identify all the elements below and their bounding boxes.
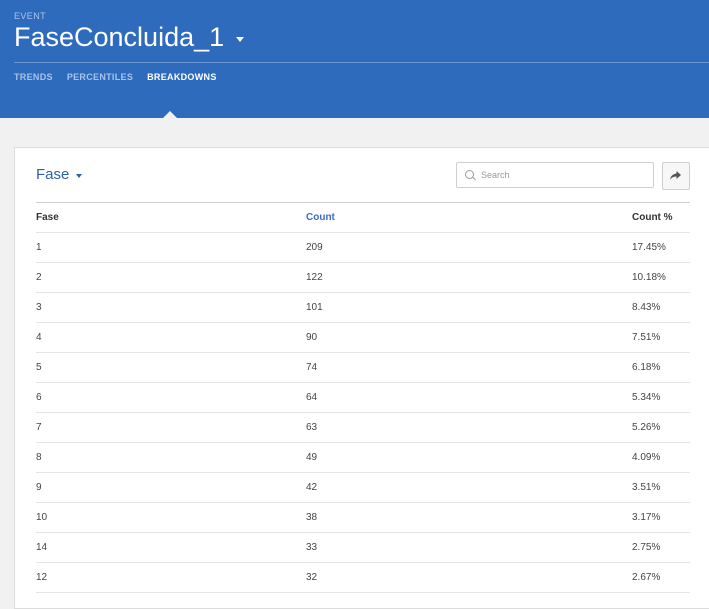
- cell-count-pct: 17.45%: [632, 242, 666, 253]
- cell-count-pct: 3.17%: [632, 512, 661, 523]
- search-box[interactable]: [456, 162, 654, 188]
- cell-count-pct: 4.09%: [632, 452, 661, 463]
- cell-fase: 7: [36, 422, 42, 433]
- table-row[interactable]: 2 122 10.18%: [36, 263, 690, 293]
- cell-count: 49: [306, 452, 318, 463]
- cell-fase: 4: [36, 332, 42, 343]
- table-row[interactable]: 4 90 7.51%: [36, 323, 690, 353]
- cell-fase: 3: [36, 302, 42, 313]
- cell-count: 90: [306, 332, 318, 343]
- caret-down-icon[interactable]: [76, 173, 83, 178]
- cell-fase: 6: [36, 392, 42, 403]
- header-divider: [14, 62, 709, 63]
- cell-fase: 14: [36, 542, 48, 553]
- active-tab-pointer: [163, 111, 177, 118]
- cell-fase: 2: [36, 272, 42, 283]
- cell-fase: 8: [36, 452, 42, 463]
- tab-percentiles[interactable]: PERCENTILES: [67, 72, 133, 82]
- cell-fase: 10: [36, 512, 48, 523]
- table-row[interactable]: 1 209 17.45%: [36, 233, 690, 263]
- table-row[interactable]: 8 49 4.09%: [36, 443, 690, 473]
- event-header: EVENT FaseConcluida_1 TRENDS PERCENTILES…: [0, 0, 709, 118]
- table-row[interactable]: 9 42 3.51%: [36, 473, 690, 503]
- search-icon: [465, 170, 474, 179]
- cell-count: 63: [306, 422, 318, 433]
- share-arrow-icon: [670, 171, 681, 180]
- group-by-label[interactable]: Fase: [36, 166, 69, 183]
- column-header-count[interactable]: Count: [306, 203, 335, 232]
- tab-breakdowns[interactable]: BREAKDOWNS: [147, 72, 217, 82]
- cell-count-pct: 2.67%: [632, 572, 661, 583]
- cell-count: 64: [306, 392, 318, 403]
- cell-count: 42: [306, 482, 318, 493]
- cell-count: 209: [306, 242, 323, 253]
- cell-fase: 1: [36, 242, 42, 253]
- table-body: 1 209 17.45% 2 122 10.18% 3 101 8.43% 4 90 7.51% 5 74…: [36, 233, 690, 593]
- cell-count-pct: 8.43%: [632, 302, 661, 313]
- cell-fase: 12: [36, 572, 48, 583]
- caret-down-icon[interactable]: [236, 36, 245, 42]
- group-by-dropdown[interactable]: Fase: [36, 166, 83, 183]
- cell-fase: 5: [36, 362, 42, 373]
- table-row[interactable]: 5 74 6.18%: [36, 353, 690, 383]
- table-row[interactable]: 3 101 8.43%: [36, 293, 690, 323]
- table-row[interactable]: 10 38 3.17%: [36, 503, 690, 533]
- table-row[interactable]: 12 32 2.67%: [36, 563, 690, 593]
- share-button[interactable]: [662, 162, 690, 190]
- table-header: Fase Count Count %: [36, 203, 690, 233]
- cell-count: 122: [306, 272, 323, 283]
- cell-count-pct: 2.75%: [632, 542, 661, 553]
- cell-fase: 9: [36, 482, 42, 493]
- cell-count-pct: 10.18%: [632, 272, 666, 283]
- breakdown-card: Fase Fase Count Count % 1 209 17.45% 2 122 10…: [14, 147, 709, 609]
- event-title[interactable]: FaseConcluida_1: [14, 20, 224, 54]
- table-row[interactable]: 6 64 5.34%: [36, 383, 690, 413]
- table-row[interactable]: 7 63 5.26%: [36, 413, 690, 443]
- cell-count: 38: [306, 512, 318, 523]
- breakdown-table: Fase Count Count % 1 209 17.45% 2 122 10.18% 3…: [36, 202, 690, 593]
- event-selector[interactable]: FaseConcluida_1: [14, 20, 245, 54]
- cell-count: 101: [306, 302, 323, 313]
- cell-count-pct: 3.51%: [632, 482, 661, 493]
- cell-count: 32: [306, 572, 318, 583]
- search-input[interactable]: [481, 166, 649, 184]
- table-row[interactable]: 14 33 2.75%: [36, 533, 690, 563]
- report-tabs: TRENDS PERCENTILES BREAKDOWNS: [14, 72, 231, 82]
- cell-count-pct: 5.26%: [632, 422, 661, 433]
- tab-trends[interactable]: TRENDS: [14, 72, 53, 82]
- column-header-fase[interactable]: Fase: [36, 203, 59, 232]
- cell-count-pct: 6.18%: [632, 362, 661, 373]
- column-header-count-pct[interactable]: Count %: [632, 203, 673, 232]
- cell-count-pct: 5.34%: [632, 392, 661, 403]
- cell-count: 74: [306, 362, 318, 373]
- cell-count: 33: [306, 542, 318, 553]
- cell-count-pct: 7.51%: [632, 332, 661, 343]
